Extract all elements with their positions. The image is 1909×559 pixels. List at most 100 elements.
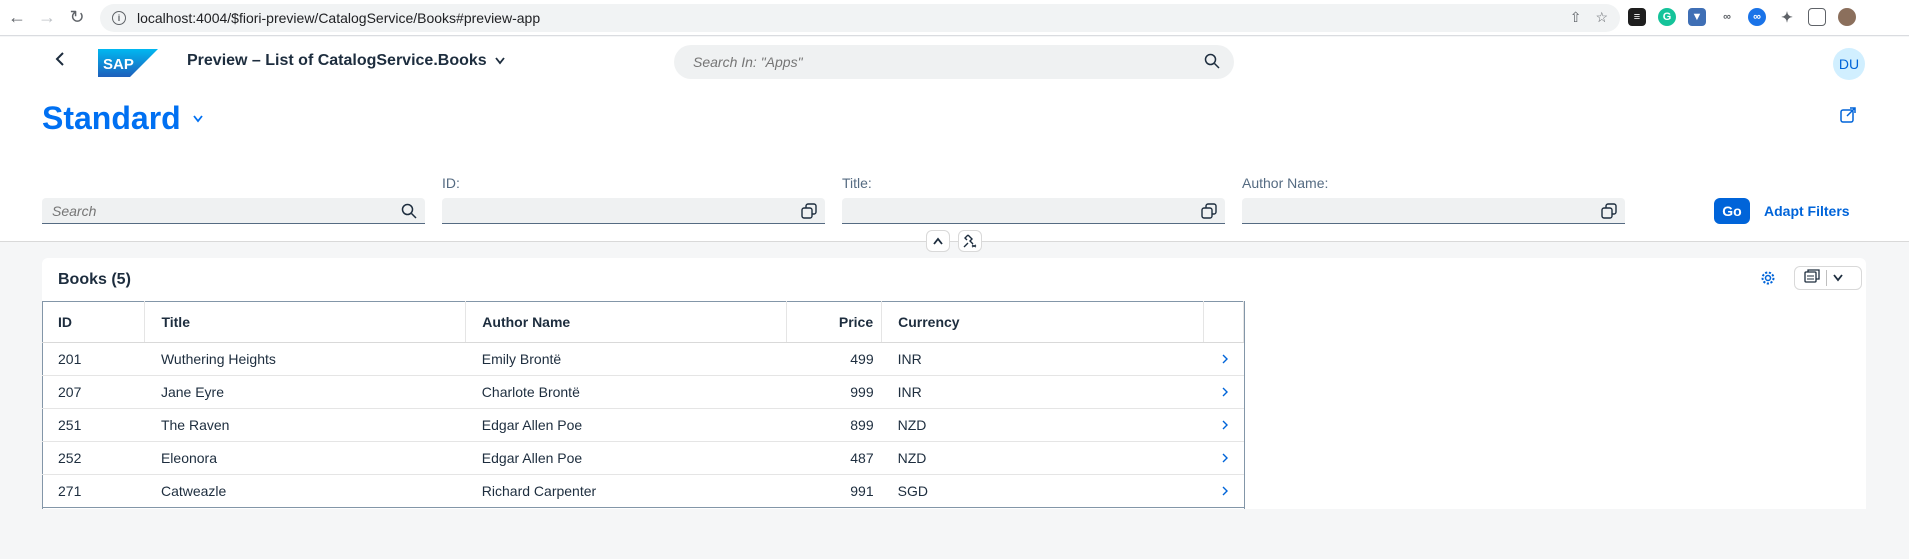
profile-avatar[interactable] — [1838, 8, 1856, 26]
column-header-nav — [1203, 301, 1245, 343]
infinity-icon[interactable]: ∞ — [1748, 8, 1766, 26]
export-icon[interactable] — [1804, 268, 1820, 288]
shield-icon[interactable]: ▼ — [1688, 8, 1706, 26]
cell-id: 201 — [42, 342, 145, 376]
browser-toolbar: ← → ↻ i localhost:4004/$fiori-preview/Ca… — [0, 0, 1909, 36]
column-header-currency[interactable]: Currency — [881, 301, 1204, 343]
shell-search[interactable] — [674, 45, 1234, 79]
cell-id: 251 — [42, 408, 145, 442]
info-icon[interactable]: i — [112, 11, 126, 25]
books-table-card: Books (5) ID Title Author Name Price Cur… — [42, 258, 1866, 509]
collapse-header-button[interactable] — [926, 230, 950, 252]
table-row[interactable]: 252 Eleonora Edgar Allen Poe 487 NZD — [42, 441, 1244, 475]
cell-title: Wuthering Heights — [144, 342, 466, 376]
cell-author-name: Edgar Allen Poe — [465, 408, 787, 442]
sap-logo[interactable]: SAP — [98, 49, 158, 77]
chevron-right-icon[interactable] — [1203, 408, 1244, 442]
shell-bar: SAP Preview – List of CatalogService.Boo… — [0, 37, 1909, 87]
chevron-right-icon[interactable] — [1203, 342, 1244, 376]
go-button[interactable]: Go — [1714, 198, 1750, 224]
table-row[interactable]: 271 Catweazle Richard Carpenter 991 SGD — [42, 474, 1244, 508]
table-title: Books (5) — [58, 271, 131, 288]
cell-price: 999 — [786, 375, 882, 409]
filter-field-title[interactable] — [842, 198, 1225, 224]
gear-icon[interactable] — [1760, 270, 1776, 291]
arrow-right-icon[interactable]: → — [32, 3, 62, 33]
pin-header-button[interactable] — [958, 230, 982, 252]
cell-price: 499 — [786, 342, 882, 376]
books-table: ID Title Author Name Price Currency 201 … — [42, 301, 1245, 508]
filter-field-id[interactable] — [442, 198, 825, 224]
variant-selector[interactable]: Standard — [42, 100, 203, 137]
chevron-down-icon[interactable] — [1833, 269, 1843, 287]
chevron-right-icon[interactable] — [1203, 375, 1244, 409]
basic-search-input[interactable] — [52, 202, 382, 219]
chevron-right-icon[interactable] — [1203, 441, 1244, 475]
table-row[interactable]: 201 Wuthering Heights Emily Brontë 499 I… — [42, 342, 1244, 376]
sap-logo-text: SAP — [103, 56, 134, 73]
cell-currency: SGD — [881, 474, 1204, 508]
app-title-menu[interactable]: Preview – List of CatalogService.Books — [187, 52, 505, 70]
reload-icon[interactable]: ↻ — [62, 3, 92, 33]
cell-currency: NZD — [881, 441, 1204, 475]
extensions-area: ≡ G ▼ ∞ ∞ ✦ — [1628, 8, 1856, 26]
cell-price: 487 — [786, 441, 882, 475]
cell-currency: INR — [881, 375, 1204, 409]
column-header-price[interactable]: Price — [786, 301, 883, 343]
export-menu-button[interactable] — [1794, 266, 1862, 290]
value-help-icon[interactable] — [801, 203, 817, 224]
value-help-icon[interactable] — [1601, 203, 1617, 224]
table-row[interactable]: 251 The Raven Edgar Allen Poe 899 NZD — [42, 408, 1244, 442]
page-header: Standard ID: Title: Author Name: Go Adap… — [0, 87, 1909, 242]
sidebar-icon[interactable] — [1808, 8, 1826, 26]
cell-id: 252 — [42, 441, 145, 475]
cell-price: 991 — [786, 474, 882, 508]
cell-currency: INR — [881, 342, 1204, 376]
url-text[interactable]: localhost:4004/$fiori-preview/CatalogSer… — [137, 10, 540, 26]
share-icon[interactable]: ⇧ — [1570, 9, 1582, 26]
cell-title: The Raven — [144, 408, 466, 442]
chevron-right-icon[interactable] — [1203, 474, 1244, 508]
search-icon[interactable] — [1204, 53, 1220, 74]
chevron-up-icon — [933, 237, 943, 245]
share-icon[interactable] — [1840, 107, 1856, 128]
avatar[interactable]: DU — [1833, 48, 1865, 80]
filter-label-author-name: Author Name: — [1242, 175, 1329, 191]
star-icon[interactable]: ☆ — [1595, 9, 1608, 26]
filter-field-author-name[interactable] — [1242, 198, 1625, 224]
pin-icon — [963, 234, 977, 248]
arrow-left-icon[interactable]: ← — [2, 3, 32, 33]
bike-icon[interactable]: ∞ — [1718, 8, 1736, 26]
cell-author-name: Edgar Allen Poe — [465, 441, 787, 475]
page-title: Standard — [42, 100, 181, 136]
chevron-down-icon — [192, 114, 203, 122]
adapt-filters-button[interactable]: Adapt Filters — [1764, 203, 1850, 219]
shell-search-input[interactable] — [693, 54, 1173, 70]
filter-label-id: ID: — [442, 175, 460, 191]
table-header-row: ID Title Author Name Price Currency — [42, 301, 1245, 343]
cell-title: Eleonora — [144, 441, 466, 475]
cell-title: Jane Eyre — [144, 375, 466, 409]
app-title: Preview – List of CatalogService.Books — [187, 52, 487, 69]
cell-currency: NZD — [881, 408, 1204, 442]
puzzle-icon[interactable]: ✦ — [1778, 8, 1796, 26]
basic-search-field[interactable] — [42, 198, 425, 224]
column-header-title[interactable]: Title — [144, 301, 467, 343]
cell-id: 271 — [42, 474, 145, 508]
extension-icon[interactable]: ≡ — [1628, 8, 1646, 26]
column-header-id[interactable]: ID — [42, 301, 146, 343]
cell-id: 207 — [42, 375, 145, 409]
chevron-down-icon — [494, 57, 505, 65]
column-header-author-name[interactable]: Author Name — [465, 301, 788, 343]
grammarly-icon[interactable]: G — [1658, 8, 1676, 26]
address-bar[interactable]: i localhost:4004/$fiori-preview/CatalogS… — [100, 4, 1620, 32]
search-icon[interactable] — [401, 203, 417, 224]
value-help-icon[interactable] — [1201, 203, 1217, 224]
cell-title: Catweazle — [144, 474, 466, 508]
cell-author-name: Emily Brontë — [465, 342, 787, 376]
cell-price: 899 — [786, 408, 882, 442]
table-row[interactable]: 207 Jane Eyre Charlote Brontë 999 INR — [42, 375, 1244, 409]
cell-author-name: Richard Carpenter — [465, 474, 787, 508]
back-icon[interactable] — [55, 52, 65, 71]
cell-author-name: Charlote Brontë — [465, 375, 787, 409]
